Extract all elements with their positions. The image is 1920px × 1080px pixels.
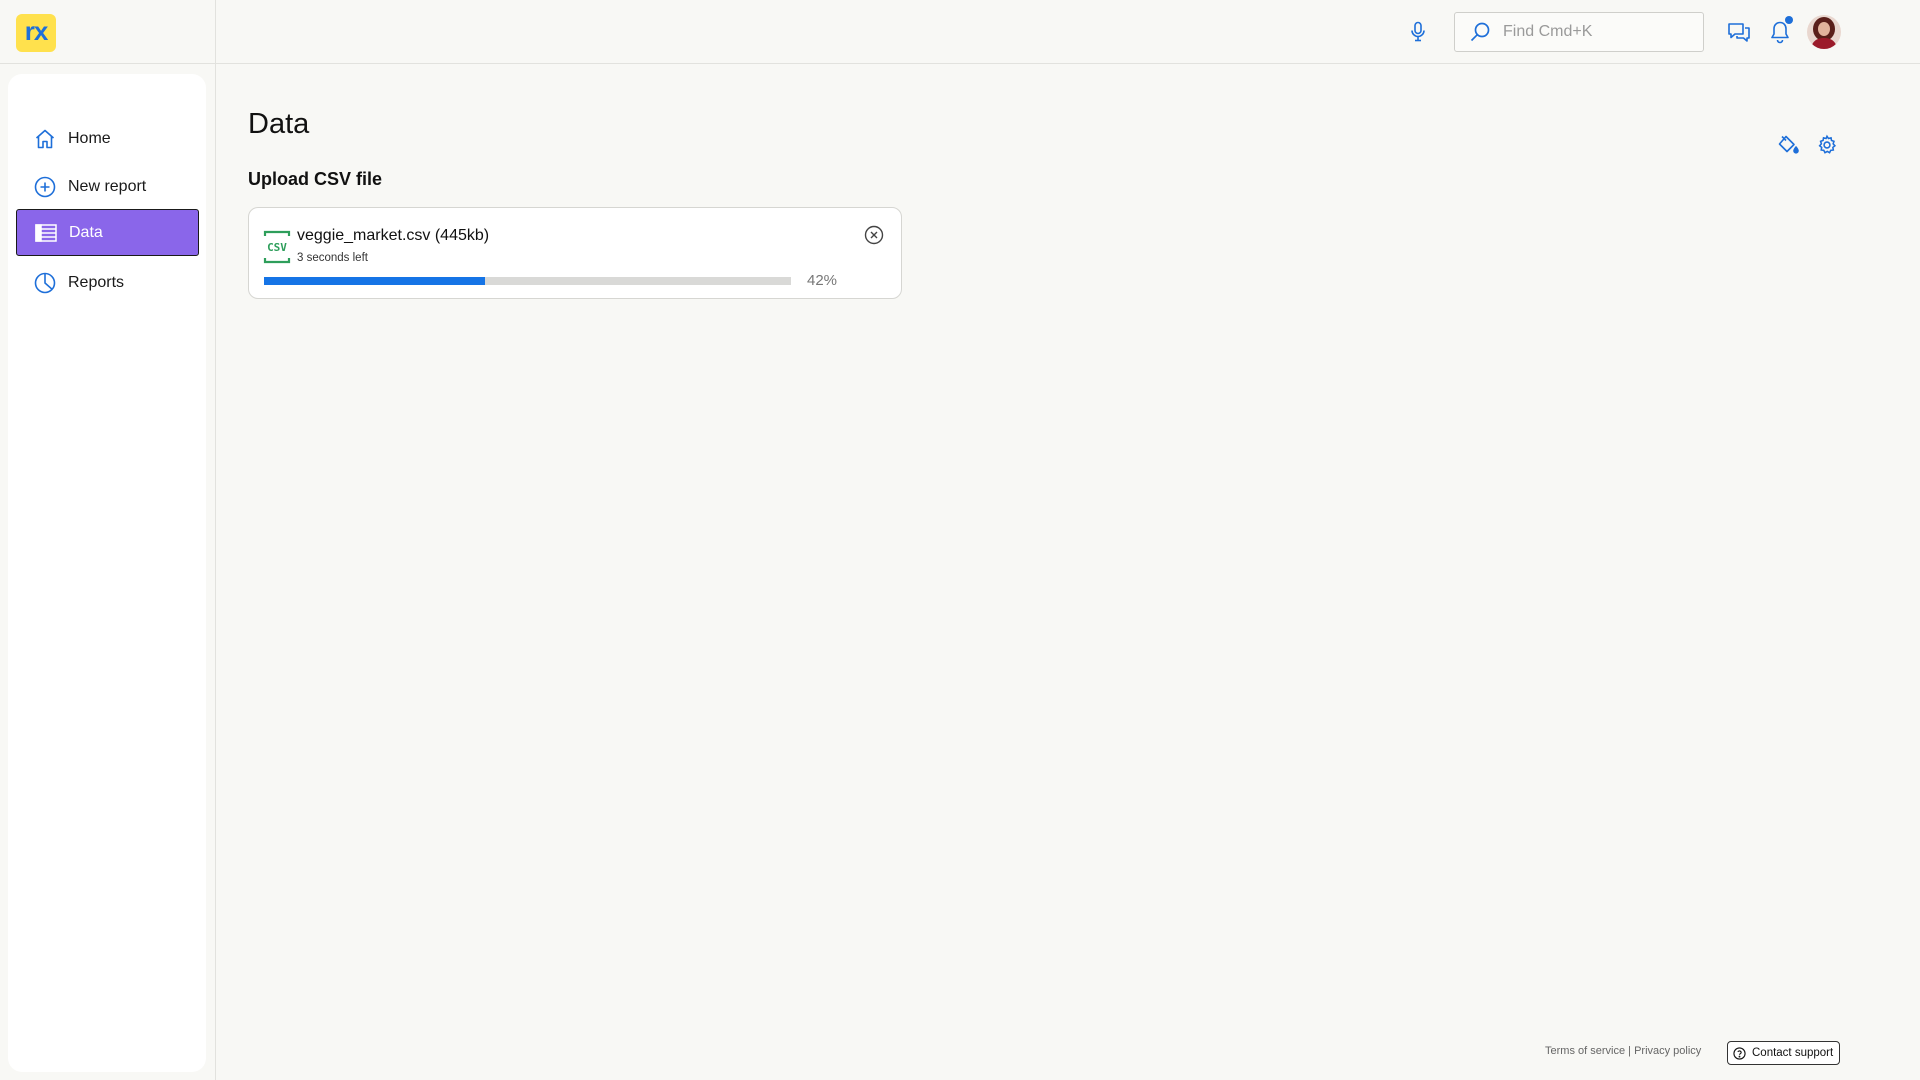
cancel-upload-button[interactable]	[863, 224, 885, 246]
messages-button[interactable]	[1725, 18, 1753, 46]
footer-links: Terms of service | Privacy policy	[1545, 1045, 1701, 1057]
page-title: Data	[248, 108, 310, 140]
chat-icon	[1728, 23, 1750, 42]
plus-circle-icon	[33, 175, 57, 199]
file-name: veggie_market.csv (445kb)	[297, 227, 490, 244]
csv-file-icon: CSV	[263, 230, 291, 264]
home-icon	[33, 127, 57, 151]
top-bar: rx	[0, 0, 1920, 64]
microphone-button[interactable]	[1404, 18, 1432, 46]
contact-support-label: Contact support	[1752, 1047, 1834, 1059]
upload-card: CSV veggie_market.csv (445kb) 3 seconds …	[248, 207, 902, 299]
sidebar-item-label: Data	[69, 223, 103, 241]
section-title: Upload CSV file	[248, 169, 383, 189]
search-box[interactable]	[1454, 12, 1704, 52]
microphone-icon	[1411, 21, 1425, 42]
sidebar-item-label: Home	[68, 129, 111, 147]
table-icon	[34, 221, 58, 245]
sidebar-item-label: New report	[68, 177, 147, 195]
paint-bucket-icon	[1778, 135, 1799, 154]
upload-progress-bar	[264, 277, 791, 285]
sidebar-item-reports[interactable]: Reports	[16, 259, 199, 306]
upload-progress-percent: 42%	[807, 272, 838, 289]
search-icon	[1469, 21, 1491, 43]
notifications-button[interactable]	[1766, 16, 1794, 47]
upload-progress-fill	[264, 277, 486, 285]
settings-button[interactable]	[1814, 132, 1840, 158]
sidebar-item-label: Reports	[68, 273, 125, 291]
sidebar: Home New report Data Reports	[8, 74, 206, 1072]
sidebar-item-data[interactable]: Data	[16, 209, 199, 256]
notification-dot	[1785, 16, 1793, 24]
terms-link[interactable]: Terms of service	[1545, 1045, 1625, 1057]
search-input[interactable]	[1503, 23, 1693, 41]
app-logo[interactable]: rx	[16, 14, 56, 52]
footer-separator: |	[1628, 1045, 1631, 1057]
avatar[interactable]	[1807, 15, 1841, 49]
help-circle-icon	[1733, 1046, 1747, 1060]
close-circle-icon	[864, 225, 884, 245]
sidebar-item-new-report[interactable]: New report	[16, 163, 199, 210]
privacy-link[interactable]: Privacy policy	[1634, 1045, 1701, 1057]
pie-chart-icon	[33, 271, 57, 295]
contact-support-button[interactable]: Contact support	[1727, 1041, 1840, 1065]
gear-icon	[1818, 134, 1837, 154]
theme-button[interactable]	[1775, 132, 1801, 158]
csv-icon-label: CSV	[267, 241, 287, 254]
logo-area: rx	[0, 0, 216, 64]
time-remaining: 3 seconds left	[297, 252, 368, 264]
sidebar-divider	[215, 64, 216, 1080]
sidebar-item-home[interactable]: Home	[16, 115, 199, 162]
